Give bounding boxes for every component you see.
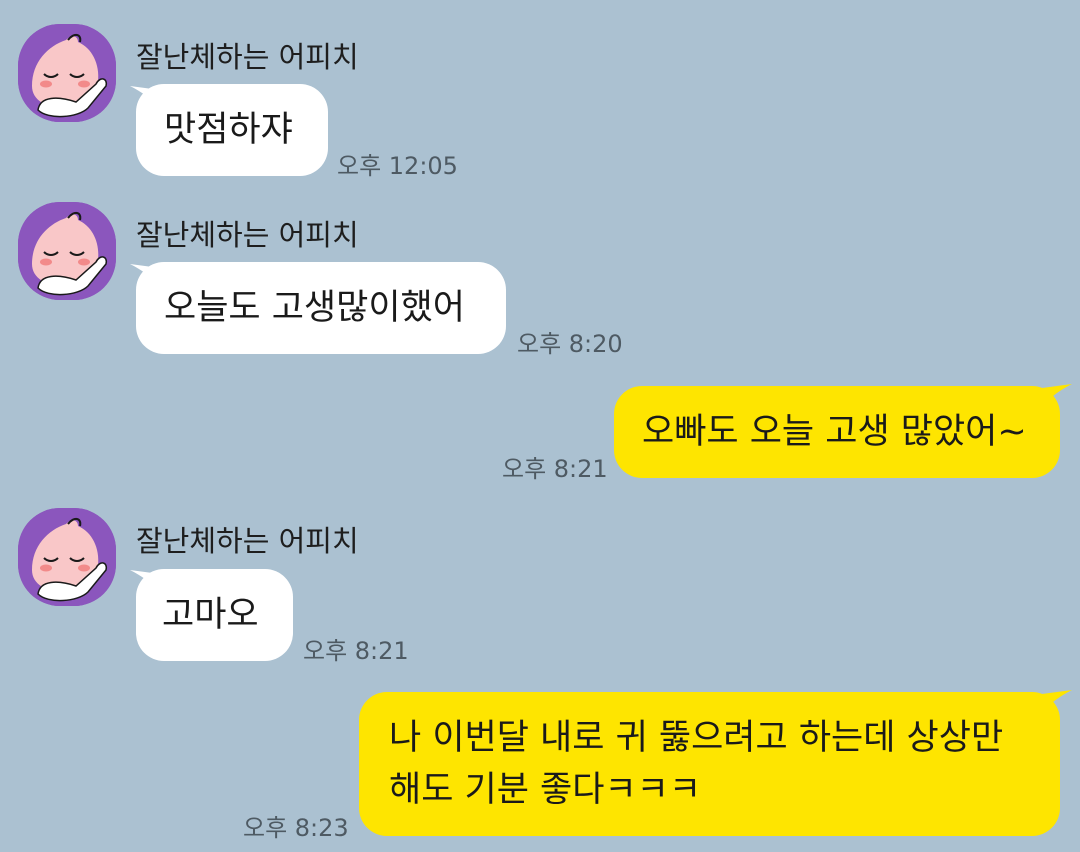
message-bubble[interactable]: 오빠도 오늘 고생 많았어~ xyxy=(614,386,1060,478)
message-text-line-1: 나 이번달 내로 귀 뚫으려고 하는데 상상만 xyxy=(389,718,1004,758)
sender-name: 잘난체하는 어피치 xyxy=(136,40,359,74)
apeach-avatar-icon[interactable] xyxy=(18,508,116,606)
message-bubble[interactable]: 맛점하쟈 xyxy=(136,84,328,176)
message-time: 오후 8:20 xyxy=(517,330,623,358)
message-text-line-2: 해도 기분 좋다ㅋㅋㅋ xyxy=(389,770,702,810)
bubble-tail xyxy=(1042,384,1072,406)
message-time: 오후 8:21 xyxy=(502,455,608,483)
message-text: 고마오 xyxy=(162,595,259,635)
apeach-avatar-icon[interactable] xyxy=(18,24,116,122)
message-text: 맛점하쟈 xyxy=(164,110,293,150)
message-time: 오후 8:21 xyxy=(303,637,409,665)
message-time: 오후 8:23 xyxy=(243,814,349,842)
message-bubble[interactable]: 나 이번달 내로 귀 뚫으려고 하는데 상상만 해도 기분 좋다ㅋㅋㅋ xyxy=(359,692,1060,836)
bubble-tail xyxy=(1042,690,1072,712)
message-time: 오후 12:05 xyxy=(337,152,458,180)
message-text: 오늘도 고생많이했어 xyxy=(164,288,465,328)
sender-name: 잘난체하는 어피치 xyxy=(136,218,359,252)
sender-name: 잘난체하는 어피치 xyxy=(136,524,359,558)
apeach-avatar-icon[interactable] xyxy=(18,202,116,300)
message-bubble[interactable]: 고마오 xyxy=(136,569,293,661)
message-bubble[interactable]: 오늘도 고생많이했어 xyxy=(136,262,506,354)
message-text: 오빠도 오늘 고생 많았어~ xyxy=(642,412,1027,452)
